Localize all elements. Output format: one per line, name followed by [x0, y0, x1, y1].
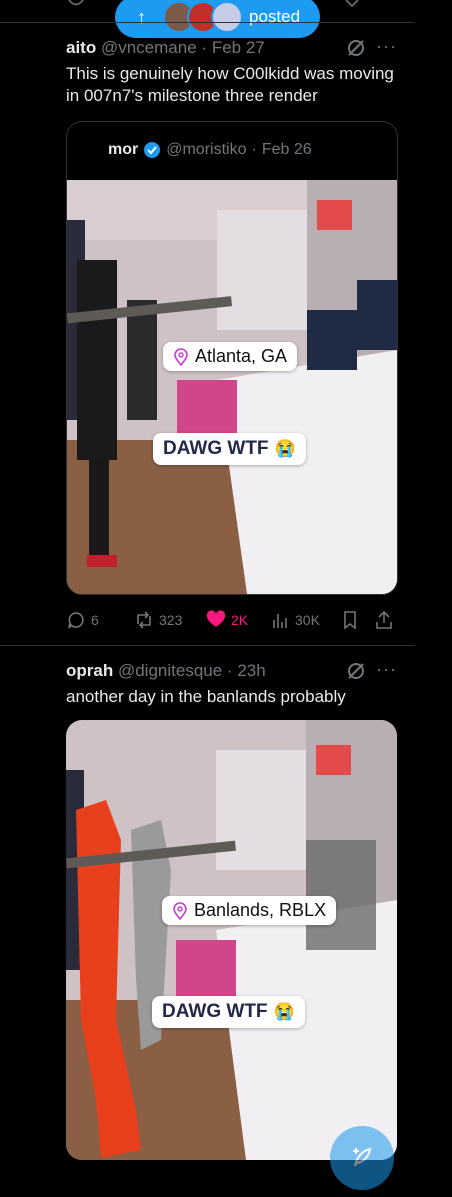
compose-button[interactable]	[330, 1126, 394, 1190]
reply-count: 6	[91, 612, 99, 628]
repost-button[interactable]: 323	[134, 610, 206, 630]
grok-icon[interactable]	[346, 661, 366, 681]
caption-sticker: DAWG WTF 😭	[152, 996, 305, 1028]
divider	[0, 22, 415, 23]
tweet-media[interactable]: Banlands, RBLX DAWG WTF 😭	[66, 720, 397, 1160]
grok-icon[interactable]	[346, 38, 366, 58]
more-options-icon[interactable]: ···	[376, 659, 397, 680]
bookmark-icon-partial[interactable]	[344, 0, 360, 8]
new-posts-pill[interactable]: ↑ posted	[115, 0, 320, 38]
quote-author-handle: @moristiko	[166, 141, 247, 158]
map-pin-icon	[173, 901, 187, 920]
views-button[interactable]: 30K	[270, 610, 346, 630]
reply-icon-partial[interactable]	[68, 0, 84, 8]
avatar	[211, 1, 243, 33]
separator-dot: ·	[201, 38, 208, 57]
quote-media[interactable]: Atlanta, GA DAWG WTF 😭	[67, 180, 397, 594]
restaurant-photo	[67, 180, 397, 594]
tweet-header: aito @vncemane · Feb 27	[66, 38, 265, 58]
caption-label: DAWG WTF	[162, 1001, 268, 1022]
quote-date: Feb 26	[261, 141, 312, 158]
avatar	[79, 138, 103, 162]
share-icon[interactable]	[374, 610, 394, 630]
tweet-text: another day in the banlands probably	[66, 687, 346, 706]
tweet-header: oprah @dignitesque · 23h	[66, 661, 266, 681]
caption-sticker: DAWG WTF 😭	[153, 433, 306, 465]
tweet-date[interactable]: 23h	[237, 661, 265, 680]
divider	[0, 645, 415, 646]
author-name[interactable]: oprah	[66, 661, 113, 680]
arrow-up-icon: ↑	[137, 6, 146, 27]
reply-icon	[68, 612, 84, 629]
tweet-text: This is genuinely how C00lkidd was movin…	[66, 64, 394, 105]
like-button[interactable]: 2K	[206, 610, 270, 630]
map-pin-icon	[174, 347, 188, 366]
tweet-date[interactable]: Feb 27	[212, 38, 265, 57]
heart-icon	[206, 610, 226, 627]
like-count: 2K	[231, 612, 249, 628]
crying-emoji-icon: 😭	[273, 1002, 295, 1021]
views-count: 30K	[295, 612, 320, 628]
crying-emoji-icon: 😭	[274, 439, 296, 458]
repost-count: 323	[159, 612, 183, 628]
author-handle[interactable]: @vncemane	[101, 38, 197, 57]
reply-button[interactable]: 6	[66, 610, 134, 630]
location-label: Banlands, RBLX	[194, 900, 327, 920]
author-name[interactable]: aito	[66, 38, 96, 57]
location-tag: Atlanta, GA	[163, 342, 298, 371]
views-icon	[273, 614, 287, 628]
tweet-actions: 6 323 2K 30K	[66, 608, 396, 632]
bookmark-icon[interactable]	[340, 610, 360, 630]
location-tag: Banlands, RBLX	[162, 896, 337, 925]
location-label: Atlanta, GA	[195, 346, 288, 366]
quote-author-name: mor	[108, 141, 139, 158]
quote-header: mor @moristiko · Feb 26	[79, 138, 312, 162]
compose-feather-icon	[353, 1147, 372, 1167]
edited-restaurant-photo	[66, 720, 397, 1160]
more-options-icon[interactable]: ···	[376, 36, 397, 57]
verified-badge-icon	[144, 142, 161, 158]
author-handle[interactable]: @dignitesque	[118, 661, 222, 680]
separator-dot: ·	[226, 661, 233, 680]
posted-label: posted	[249, 7, 301, 26]
separator-dot: ·	[251, 141, 257, 158]
quoted-tweet[interactable]: mor @moristiko · Feb 26 Atlanta, GA DAWG…	[66, 121, 398, 595]
avatar-stack	[163, 0, 245, 34]
caption-label: DAWG WTF	[163, 438, 269, 459]
repost-icon	[137, 611, 151, 629]
